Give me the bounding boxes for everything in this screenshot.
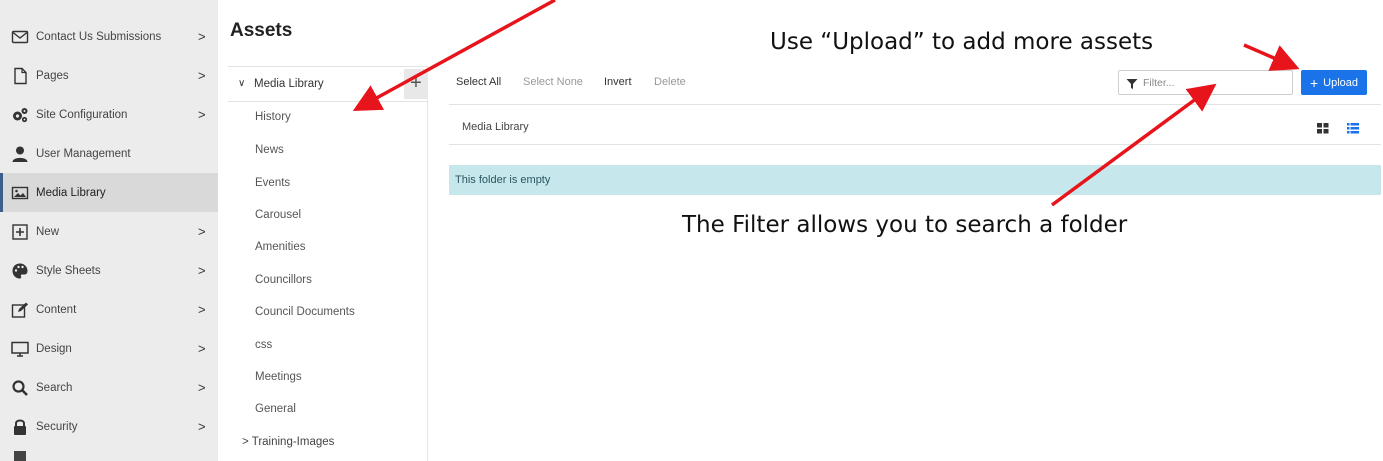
folder-arrow [352,0,556,112]
filter-arrow [1050,83,1217,207]
annotation-arrows [352,0,1300,207]
upload-arrow [1243,43,1300,71]
